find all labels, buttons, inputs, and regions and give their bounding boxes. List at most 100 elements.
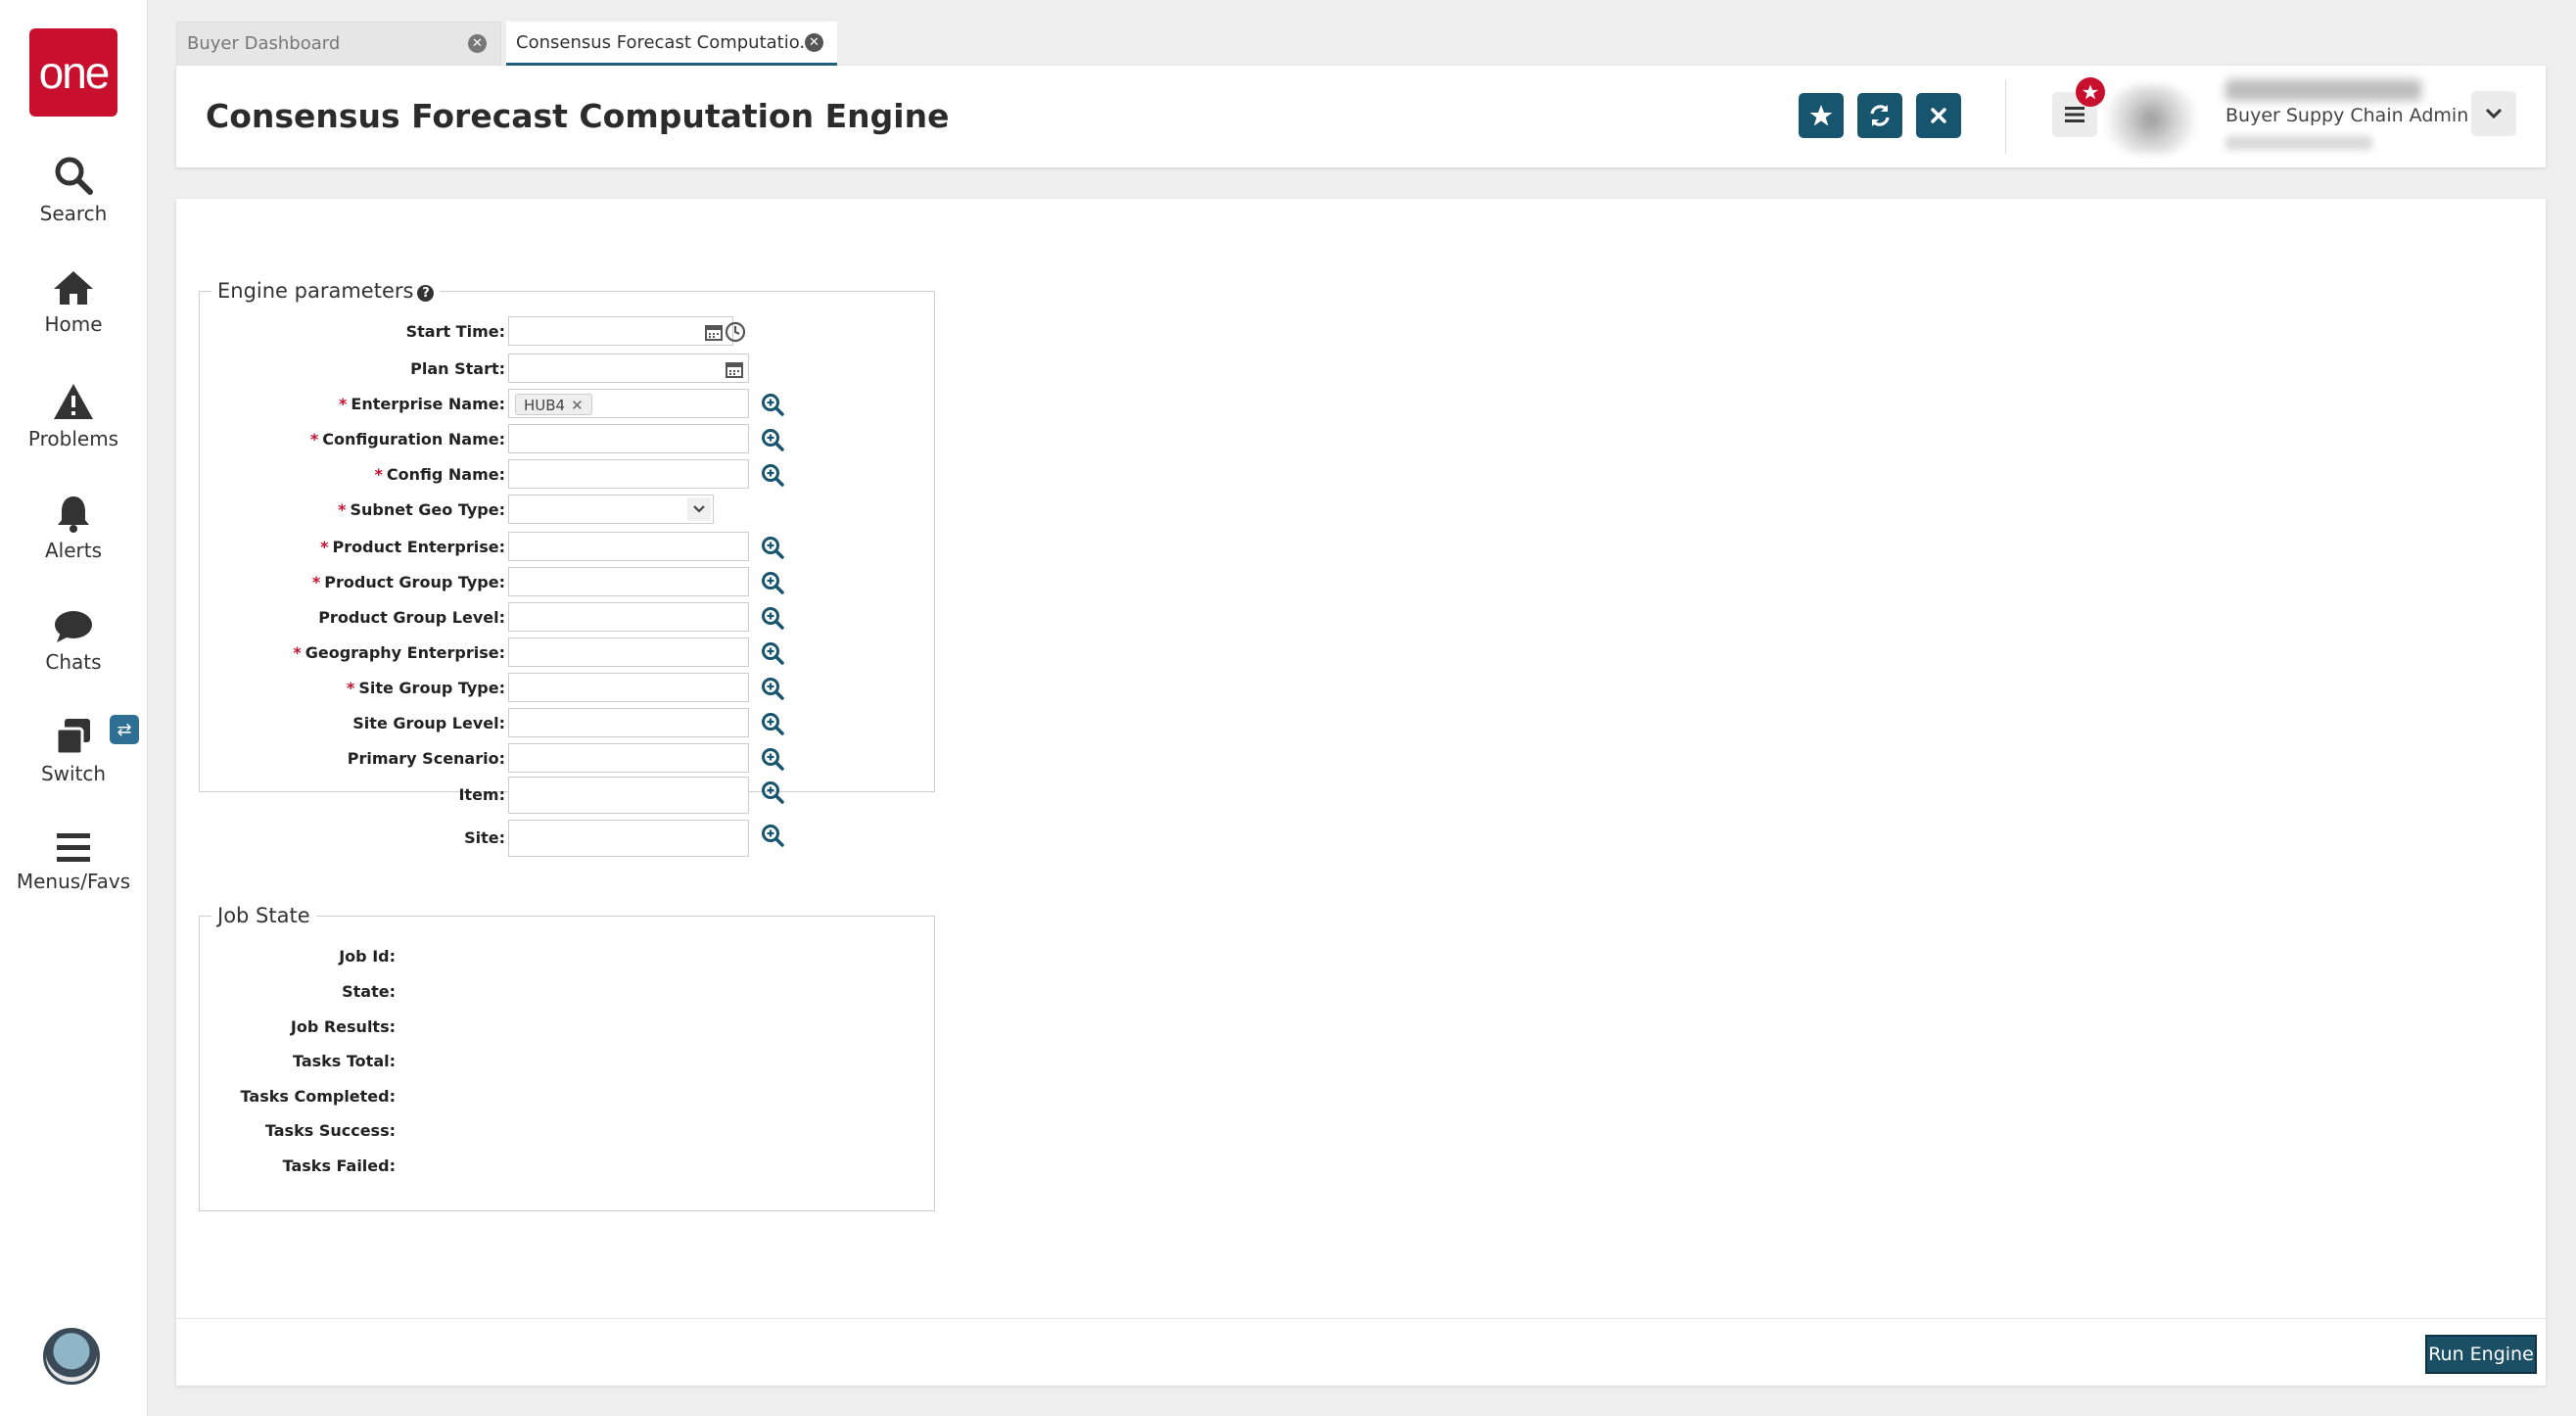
- tab-buyer-dashboard[interactable]: Buyer Dashboard ✕: [176, 22, 501, 66]
- lookup-search-icon[interactable]: [761, 747, 784, 771]
- nav-switch[interactable]: ⇄ Switch: [0, 715, 147, 785]
- lookup-search-icon[interactable]: [761, 571, 784, 594]
- site-label: Site:: [464, 828, 505, 847]
- lookup-search-icon[interactable]: [761, 712, 784, 735]
- nav-home[interactable]: Home: [0, 269, 147, 336]
- clock-icon[interactable]: [725, 321, 746, 343]
- job-id-row: Job Id:: [200, 947, 396, 972]
- nav-switch-label: Switch: [40, 762, 107, 785]
- site-group-type-label: * Site Group Type:: [346, 679, 505, 697]
- tasks-failed-row: Tasks Failed:: [200, 1156, 396, 1182]
- primary-scenario-input[interactable]: [508, 743, 749, 773]
- product-enterprise-input[interactable]: [508, 532, 749, 561]
- nav-problems-label: Problems: [27, 427, 119, 450]
- nav-search[interactable]: Search: [0, 155, 147, 225]
- lookup-search-icon[interactable]: [761, 780, 784, 804]
- job-state-group: Job State Job Id: State: Job Results: Ta…: [199, 904, 935, 1211]
- calendar-icon[interactable]: [725, 359, 744, 379]
- product-enterprise-label: * Product Enterprise:: [320, 538, 505, 556]
- lookup-search-icon[interactable]: [761, 606, 784, 630]
- favorite-button[interactable]: [1799, 93, 1844, 138]
- primary-scenario-label: Primary Scenario:: [347, 749, 505, 768]
- configuration-name-row: * Configuration Name:: [200, 424, 934, 455]
- chevron-down-icon: [2485, 108, 2503, 119]
- close-icon[interactable]: ✕: [468, 34, 487, 53]
- bell-icon: [58, 496, 89, 533]
- close-page-button[interactable]: [1916, 93, 1961, 138]
- profile-avatar[interactable]: [2107, 85, 2195, 154]
- refresh-button[interactable]: [1857, 93, 1902, 138]
- item-input[interactable]: [508, 777, 749, 814]
- start-time-input[interactable]: [508, 316, 733, 346]
- job-results-label: Job Results:: [290, 1017, 396, 1036]
- chat-icon: [55, 611, 92, 642]
- lookup-search-icon[interactable]: [761, 641, 784, 665]
- main-panel: Engine parameters? Start Time: Plan Star…: [176, 199, 2546, 1386]
- lookup-search-icon[interactable]: [761, 463, 784, 487]
- nav-menus-favs[interactable]: Menus/Favs: [0, 830, 147, 893]
- configuration-name-input[interactable]: [508, 424, 749, 453]
- tab-consensus-forecast[interactable]: Consensus Forecast Computatio... ✕: [506, 22, 837, 66]
- profile-dropdown-button[interactable]: [2471, 91, 2516, 136]
- user-avatar-icon[interactable]: [43, 1328, 100, 1385]
- nav-problems[interactable]: Problems: [0, 382, 147, 450]
- lookup-search-icon[interactable]: [761, 677, 784, 700]
- start-time-label: Start Time:: [405, 322, 505, 341]
- product-group-type-input[interactable]: [508, 567, 749, 596]
- tasks-success-label: Tasks Success:: [264, 1121, 396, 1140]
- site-row: Site:: [200, 820, 934, 857]
- lookup-search-icon[interactable]: [761, 536, 784, 559]
- switch-icon: [55, 719, 90, 756]
- help-icon[interactable]: ?: [417, 285, 435, 302]
- site-group-type-row: * Site Group Type:: [200, 673, 934, 704]
- configuration-name-label: * Configuration Name:: [309, 430, 505, 448]
- site-group-level-input[interactable]: [508, 708, 749, 737]
- site-input[interactable]: [508, 820, 749, 857]
- tasks-completed-label: Tasks Completed:: [240, 1087, 396, 1106]
- switch-arrows-icon: ⇄: [110, 715, 139, 744]
- nav-search-label: Search: [39, 202, 108, 225]
- tab-label: Buyer Dashboard: [187, 33, 341, 54]
- enterprise-name-label: * Enterprise Name:: [339, 395, 505, 413]
- lookup-search-icon[interactable]: [761, 393, 784, 416]
- close-icon: [1931, 108, 1946, 123]
- tasks-total-label: Tasks Total:: [292, 1052, 396, 1070]
- config-name-row: * Config Name:: [200, 459, 934, 491]
- search-icon: [55, 157, 93, 195]
- tab-label: Consensus Forecast Computatio...: [516, 32, 817, 53]
- close-icon[interactable]: ✕: [805, 33, 823, 52]
- remove-chip-icon[interactable]: ✕: [571, 397, 584, 414]
- favorites-badge-icon[interactable]: [2076, 77, 2105, 107]
- site-group-type-input[interactable]: [508, 673, 749, 702]
- nav-chats[interactable]: Chats: [0, 609, 147, 674]
- nav-alerts[interactable]: Alerts: [0, 494, 147, 562]
- hamburger-icon: [57, 833, 90, 862]
- lookup-search-icon[interactable]: [761, 428, 784, 451]
- engine-parameters-legend: Engine parameters?: [211, 279, 440, 303]
- product-group-level-input[interactable]: [508, 602, 749, 632]
- product-enterprise-row: * Product Enterprise:: [200, 532, 934, 563]
- chevron-down-icon[interactable]: [687, 497, 711, 521]
- config-name-input[interactable]: [508, 459, 749, 489]
- product-group-level-row: Product Group Level:: [200, 602, 934, 634]
- enterprise-chip: HUB4 ✕: [515, 394, 592, 415]
- enterprise-name-input[interactable]: HUB4 ✕: [508, 389, 749, 418]
- job-id-label: Job Id:: [339, 947, 396, 966]
- profile-sub-redacted: [2225, 136, 2372, 150]
- state-row: State:: [200, 982, 396, 1008]
- plan-start-input[interactable]: [508, 354, 749, 383]
- start-time-row: Start Time:: [200, 316, 934, 348]
- home-icon: [54, 271, 93, 305]
- lookup-search-icon[interactable]: [761, 824, 784, 847]
- site-group-level-row: Site Group Level:: [200, 708, 934, 739]
- geography-enterprise-input[interactable]: [508, 637, 749, 667]
- run-engine-button[interactable]: Run Engine: [2425, 1335, 2537, 1374]
- item-row: Item:: [200, 777, 934, 814]
- refresh-icon: [1870, 105, 1890, 126]
- footer-divider: [176, 1318, 2546, 1319]
- product-group-level-label: Product Group Level:: [318, 608, 505, 627]
- one-logo[interactable]: one: [29, 28, 117, 117]
- calendar-icon[interactable]: [704, 322, 724, 342]
- item-label: Item:: [458, 785, 505, 804]
- subnet-geo-type-select[interactable]: [508, 495, 714, 524]
